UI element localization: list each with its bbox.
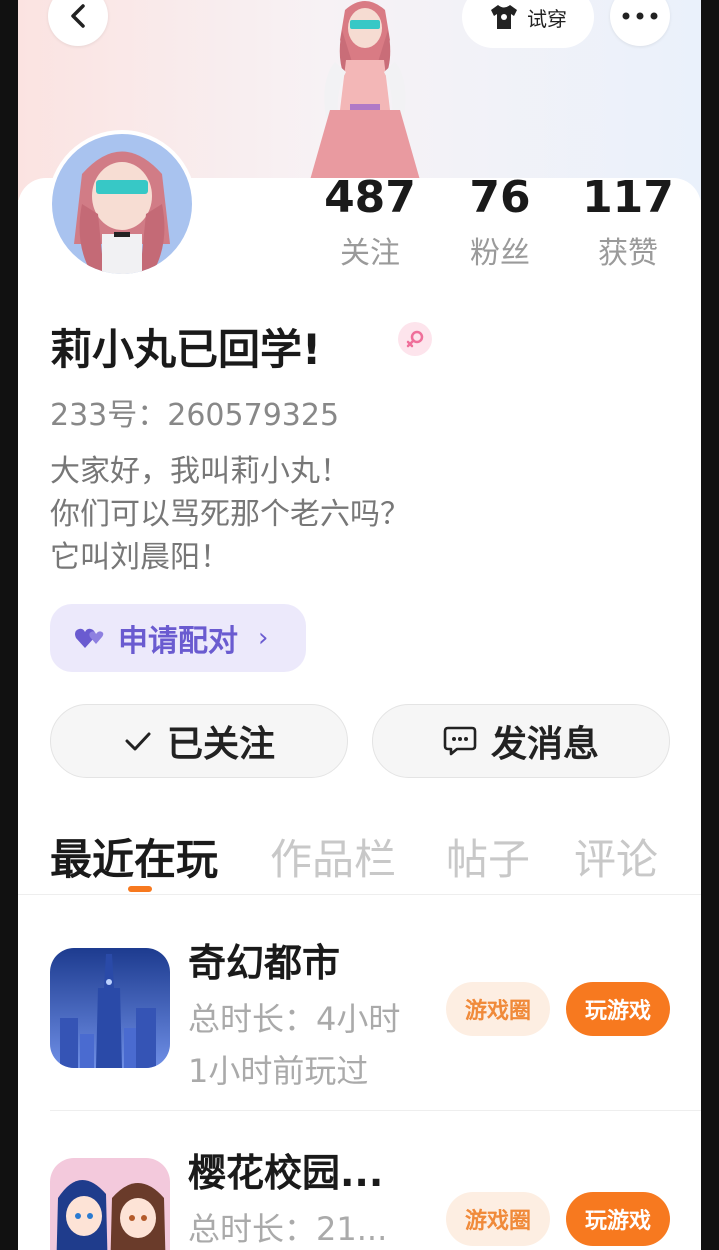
try-on-label: 试穿 <box>527 6 567 31</box>
stat-followers[interactable]: 76 粉丝 <box>440 174 560 272</box>
apply-pair-button[interactable]: 申请配对 › <box>50 604 306 672</box>
bio-line: 大家好，我叫莉小丸！ <box>50 454 350 489</box>
game-icon-sakura-school <box>50 1158 170 1250</box>
more-dots-icon <box>622 12 658 20</box>
avatar-character-figure <box>310 1 420 180</box>
stat-value: 487 <box>324 172 416 223</box>
stat-label: 关注 <box>340 236 400 271</box>
chevron-right-icon: › <box>258 623 269 653</box>
chevron-left-icon <box>71 4 85 28</box>
stat-likes[interactable]: 117 获赞 <box>568 174 688 272</box>
game-duration: 总时长：4小时 <box>188 1000 401 1038</box>
tshirt-icon <box>491 5 517 29</box>
tab-posts[interactable]: 帖子 <box>446 826 530 887</box>
game-circle-button[interactable]: 游戏圈 <box>446 1192 550 1246</box>
female-symbol <box>406 330 424 348</box>
game-last-played: 1小时前玩过 <box>188 1052 369 1090</box>
female-icon <box>398 322 432 356</box>
stat-label: 获赞 <box>598 236 658 271</box>
tab-recent-play[interactable]: 最近在玩 <box>50 826 218 887</box>
profile-page: 试穿 487 关注 76 粉丝 117 获赞 莉小丸已回学! 233号：2605… <box>18 0 701 1250</box>
avatar-image <box>52 134 192 274</box>
tab-works[interactable]: 作品栏 <box>270 826 396 887</box>
hearts-icon <box>75 628 104 648</box>
user-id: 233号：260579325 <box>50 398 340 433</box>
followed-label: 已关注 <box>166 724 275 765</box>
check-icon <box>125 732 151 751</box>
play-game-button[interactable]: 玩游戏 <box>566 1192 670 1246</box>
bio-line: 你们可以骂死那个老六吗？ <box>50 497 410 532</box>
play-game-button[interactable]: 玩游戏 <box>566 982 670 1036</box>
chat-bubble-icon <box>443 726 477 756</box>
tabs-divider <box>18 894 701 895</box>
list-divider <box>50 1110 701 1111</box>
bio-line: 它叫刘晨阳！ <box>50 540 230 575</box>
city-art <box>50 948 170 1068</box>
avatar[interactable] <box>48 130 196 278</box>
try-on-button[interactable]: 试穿 <box>462 0 594 48</box>
game-title: 樱花校园... <box>188 1151 384 1195</box>
tab-comments[interactable]: 评论 <box>574 826 658 887</box>
game-circle-button[interactable]: 游戏圈 <box>446 982 550 1036</box>
stat-value: 117 <box>582 172 674 223</box>
followed-button[interactable]: 已关注 <box>50 704 348 778</box>
game-duration: 总时长：21... <box>188 1210 388 1248</box>
active-tab-indicator <box>128 886 152 892</box>
game-title: 奇幻都市 <box>188 941 341 985</box>
apply-pair-label: 申请配对 <box>118 624 238 659</box>
stat-following[interactable]: 487 关注 <box>310 174 430 272</box>
send-message-button[interactable]: 发消息 <box>372 704 670 778</box>
profile-name: 莉小丸已回学! <box>50 325 322 374</box>
game-item[interactable]: 奇幻都市 总时长：4小时 1小时前玩过 游戏圈 玩游戏 <box>18 930 701 1100</box>
stat-label: 粉丝 <box>470 236 530 271</box>
stat-value: 76 <box>469 172 531 223</box>
game-icon-fantasy-city <box>50 948 170 1068</box>
game-item[interactable]: 樱花校园... 总时长：21... 游戏圈 玩游戏 <box>18 1140 701 1250</box>
sakura-school-art <box>50 1158 170 1250</box>
profile-bio: 大家好，我叫莉小丸！ 你们可以骂死那个老六吗？ 它叫刘晨阳！ <box>50 450 410 579</box>
send-message-label: 发消息 <box>490 724 599 765</box>
